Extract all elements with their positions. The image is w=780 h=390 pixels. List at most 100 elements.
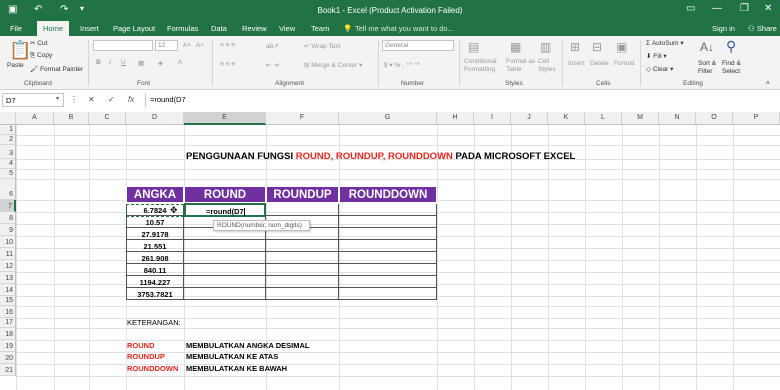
tab-data[interactable]: Data bbox=[211, 24, 227, 33]
sign-in-link[interactable]: Sign in bbox=[712, 24, 735, 33]
column-header-c[interactable]: C bbox=[89, 112, 126, 125]
sort-filter-button[interactable]: Sort & Filter bbox=[698, 60, 720, 76]
minimize-icon[interactable]: — bbox=[712, 3, 722, 14]
row-header-14[interactable]: 14 bbox=[0, 284, 16, 296]
clear-button[interactable]: ◇ Clear ▾ bbox=[646, 65, 673, 73]
column-header-k[interactable]: K bbox=[548, 112, 585, 125]
column-header-f[interactable]: F bbox=[266, 112, 339, 125]
restore-icon[interactable]: ❐ bbox=[740, 3, 749, 14]
row-header-10[interactable]: 10 bbox=[0, 236, 16, 248]
name-box[interactable]: D7 bbox=[2, 93, 64, 107]
row-header-15[interactable]: 15 bbox=[0, 296, 16, 306]
align-left-icon[interactable]: ≡ ≡ ≡ bbox=[220, 61, 235, 68]
align-top-icon[interactable]: ≡ ≡ ≡ bbox=[220, 42, 235, 49]
wrap-text-button[interactable]: ↵ Wrap Text bbox=[304, 42, 340, 50]
column-header-j[interactable]: J bbox=[511, 112, 548, 125]
cell-styles-button[interactable]: Cell Styles bbox=[538, 58, 558, 74]
table-cell[interactable] bbox=[339, 288, 437, 300]
table-cell[interactable] bbox=[266, 276, 339, 288]
grow-font-icon[interactable]: A˄ bbox=[183, 42, 191, 49]
sort-filter-icon[interactable]: A↓ bbox=[700, 40, 714, 54]
row-header-9[interactable]: 9 bbox=[0, 224, 16, 236]
table-cell[interactable] bbox=[339, 204, 437, 216]
insert-cells-button[interactable]: Insert bbox=[568, 60, 584, 67]
conditional-formatting-icon[interactable]: ▤ bbox=[468, 40, 479, 54]
row-header-3[interactable]: 3 bbox=[0, 145, 16, 159]
table-cell[interactable] bbox=[339, 240, 437, 252]
collapse-ribbon-icon[interactable]: ˄ bbox=[766, 80, 770, 87]
row-header-6[interactable]: 6 bbox=[0, 179, 16, 200]
shrink-font-icon[interactable]: A˅ bbox=[196, 42, 204, 49]
function-tooltip[interactable]: ROUND(number, num_digits) bbox=[213, 220, 310, 231]
table-cell[interactable] bbox=[339, 264, 437, 276]
find-select-button[interactable]: Find & Select bbox=[722, 60, 746, 76]
fill-button[interactable]: ⬇ Fill ▾ bbox=[646, 52, 667, 60]
tell-me-box[interactable]: Tell me what you want to do... bbox=[355, 24, 454, 33]
row-header-19[interactable]: 19 bbox=[0, 340, 16, 352]
column-header-h[interactable]: H bbox=[437, 112, 474, 125]
row-header-11[interactable]: 11 bbox=[0, 248, 16, 260]
column-header-e[interactable]: E bbox=[184, 112, 266, 125]
format-cells-icon[interactable]: ▣ bbox=[616, 40, 627, 54]
table-cell[interactable] bbox=[184, 240, 266, 252]
conditional-formatting-button[interactable]: Conditional Formatting bbox=[464, 58, 504, 74]
font-color-icon[interactable]: A bbox=[178, 59, 182, 66]
delete-cells-icon[interactable]: ⊟ bbox=[592, 40, 602, 54]
row-header-2[interactable]: 2 bbox=[0, 135, 16, 145]
row-header-17[interactable]: 17 bbox=[0, 318, 16, 328]
tab-file[interactable]: File bbox=[10, 24, 22, 33]
insert-function-icon[interactable]: fx bbox=[128, 95, 134, 104]
find-icon[interactable]: ⚲ bbox=[726, 38, 736, 55]
name-box-dropdown-icon[interactable]: ▾ bbox=[56, 95, 59, 102]
row-header-1[interactable]: 1 bbox=[0, 125, 16, 135]
copy-button[interactable]: ⎘ Copy bbox=[30, 52, 52, 60]
column-header-g[interactable]: G bbox=[339, 112, 437, 125]
italic-button[interactable]: I bbox=[109, 59, 111, 66]
column-header-p[interactable]: P bbox=[733, 112, 780, 125]
table-cell[interactable] bbox=[266, 288, 339, 300]
formula-input[interactable]: =round(D7 bbox=[145, 93, 778, 107]
column-header-i[interactable]: I bbox=[474, 112, 511, 125]
column-header-a[interactable]: A bbox=[16, 112, 54, 125]
table-cell[interactable] bbox=[184, 252, 266, 264]
indent-icon[interactable]: ⇤ ⇥ bbox=[266, 61, 279, 69]
close-icon[interactable]: ✕ bbox=[764, 3, 772, 14]
delete-cells-button[interactable]: Delete bbox=[590, 60, 609, 67]
enter-icon[interactable]: ✓ bbox=[108, 95, 115, 104]
table-cell[interactable] bbox=[266, 264, 339, 276]
row-header-13[interactable]: 13 bbox=[0, 272, 16, 284]
row-header-21[interactable]: 21 bbox=[0, 364, 16, 376]
table-cell[interactable] bbox=[339, 252, 437, 264]
number-format-box[interactable]: General bbox=[382, 40, 454, 51]
tab-review[interactable]: Review bbox=[242, 24, 267, 33]
select-all-corner[interactable] bbox=[0, 112, 16, 125]
table-cell[interactable] bbox=[266, 252, 339, 264]
table-cell[interactable] bbox=[266, 204, 339, 216]
tab-page-layout[interactable]: Page Layout bbox=[113, 24, 155, 33]
fill-color-icon[interactable]: ◈ bbox=[158, 59, 163, 67]
column-header-n[interactable]: N bbox=[659, 112, 696, 125]
row-header-20[interactable]: 20 bbox=[0, 352, 16, 364]
paste-button[interactable]: Paste bbox=[7, 62, 24, 69]
table-cell[interactable] bbox=[339, 216, 437, 228]
column-header-o[interactable]: O bbox=[696, 112, 733, 125]
format-as-table-icon[interactable]: ▦ bbox=[510, 40, 521, 54]
table-cell[interactable] bbox=[184, 264, 266, 276]
row-header-8[interactable]: 8 bbox=[0, 212, 16, 224]
table-cell[interactable] bbox=[339, 276, 437, 288]
table-cell[interactable] bbox=[184, 276, 266, 288]
row-header-16[interactable]: 16 bbox=[0, 306, 16, 318]
tab-view[interactable]: View bbox=[279, 24, 295, 33]
column-header-b[interactable]: B bbox=[54, 112, 89, 125]
table-cell[interactable] bbox=[339, 228, 437, 240]
table-cell[interactable] bbox=[184, 288, 266, 300]
tab-insert[interactable]: Insert bbox=[80, 24, 99, 33]
format-cells-button[interactable]: Format bbox=[614, 60, 635, 67]
number-format-icons[interactable]: $ ▾ % , ⁺⁰ ⁻⁰ bbox=[384, 61, 420, 69]
tab-formulas[interactable]: Formulas bbox=[167, 24, 198, 33]
paste-icon[interactable]: 📋 bbox=[9, 40, 31, 61]
share-button[interactable]: ⚇ Share bbox=[748, 24, 777, 33]
row-header-7[interactable]: 7 bbox=[0, 200, 16, 212]
tab-team[interactable]: Team bbox=[311, 24, 329, 33]
orientation-icon[interactable]: ab↗ bbox=[266, 42, 279, 50]
